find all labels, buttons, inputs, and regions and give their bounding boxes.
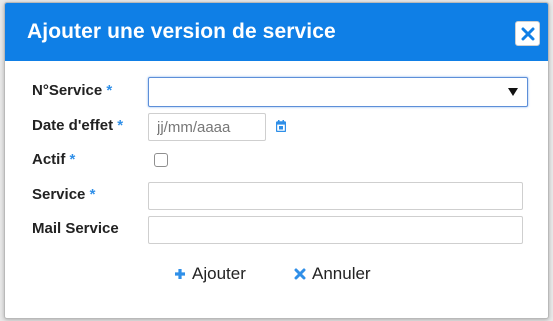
n-service-select[interactable] [148, 77, 528, 107]
actif-label: Actif * [32, 151, 75, 168]
close-icon [521, 27, 535, 41]
n-service-label: N°Service * [32, 82, 112, 99]
caret-down-icon [508, 88, 518, 96]
add-button[interactable]: Ajouter [174, 264, 246, 284]
mail-service-label: Mail Service [32, 220, 119, 237]
calendar-icon[interactable] [276, 120, 286, 132]
required-marker: * [89, 186, 96, 203]
service-label-text: Service [32, 186, 86, 203]
dialog-titlebar: Ajouter une version de service [5, 3, 548, 61]
plus-icon [175, 269, 185, 279]
actif-label-text: Actif [32, 151, 66, 168]
date-effet-input[interactable] [148, 113, 266, 141]
x-icon [294, 268, 306, 280]
dialog-title: Ajouter une version de service [27, 20, 336, 43]
close-button[interactable] [515, 21, 540, 46]
date-effet-label: Date d'effet * [32, 117, 123, 134]
required-marker: * [117, 117, 124, 134]
n-service-label-text: N°Service [32, 82, 103, 99]
required-marker: * [106, 82, 113, 99]
actif-checkbox[interactable] [154, 153, 168, 167]
mail-service-label-text: Mail Service [32, 220, 119, 237]
cancel-button[interactable]: Annuler [294, 264, 371, 284]
cancel-button-label: Annuler [312, 264, 371, 283]
service-input[interactable] [148, 182, 523, 210]
service-label: Service * [32, 186, 95, 203]
add-button-label: Ajouter [192, 264, 246, 283]
mail-service-input[interactable] [148, 216, 523, 244]
date-effet-label-text: Date d'effet [32, 117, 114, 134]
required-marker: * [69, 151, 76, 168]
add-service-version-dialog: Ajouter une version de service N°Service… [4, 2, 549, 319]
